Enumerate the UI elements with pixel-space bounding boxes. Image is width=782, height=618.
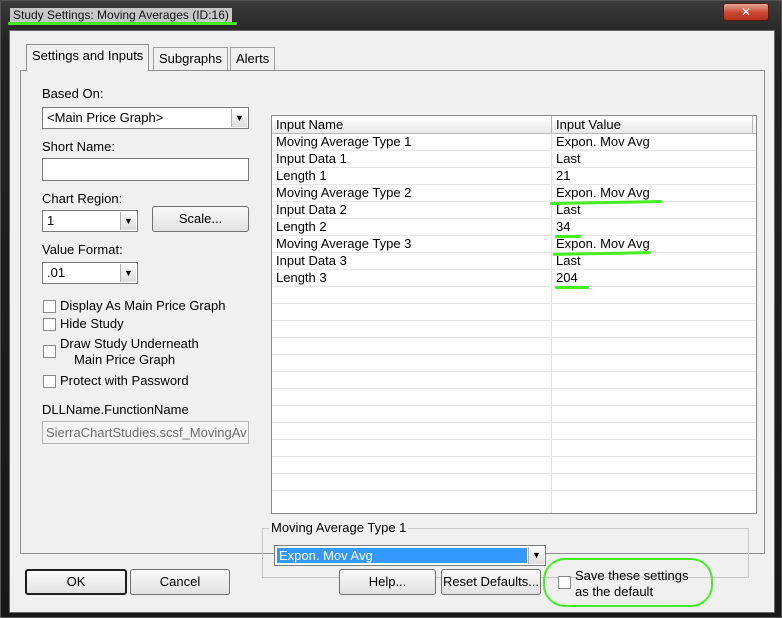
- empty-row: [272, 457, 756, 474]
- moving-average-type-select[interactable]: Expon. Mov Avg ▼: [274, 545, 546, 566]
- selected-option: Expon. Mov Avg: [277, 548, 527, 563]
- chevron-down-icon[interactable]: ▼: [231, 109, 247, 127]
- protect-password-checkbox[interactable]: [43, 375, 56, 388]
- save-default-label: Save these settings: [575, 568, 689, 583]
- empty-row: [272, 338, 756, 355]
- hide-study-label: Hide Study: [60, 316, 124, 331]
- ok-button[interactable]: OK: [25, 569, 127, 595]
- input-name-cell: Length 1: [276, 168, 327, 183]
- settings-panel: Based On: <Main Price Graph> ▼ Short Nam…: [20, 70, 765, 578]
- column-header-input-name[interactable]: Input Name: [272, 116, 552, 134]
- tab-label: Alerts: [236, 51, 270, 66]
- input-name-cell: Length 3: [276, 270, 327, 285]
- dll-name-label: DLLName.FunctionName: [42, 402, 189, 417]
- table-row[interactable]: Input Data 1 Last: [272, 151, 756, 168]
- tab-settings-and-inputs[interactable]: Settings and Inputs: [26, 44, 150, 71]
- table-row[interactable]: Input Data 2 Last: [272, 202, 756, 219]
- based-on-label: Based On:: [42, 86, 104, 101]
- short-name-label: Short Name:: [42, 139, 115, 154]
- input-value-cell[interactable]: Expon. Mov Avg: [552, 185, 650, 202]
- tab-subgraphs[interactable]: Subgraphs: [153, 47, 228, 70]
- draw-underneath-label-line2: Main Price Graph: [74, 352, 176, 367]
- empty-row: [272, 372, 756, 389]
- value-highlight-mark: [555, 286, 589, 289]
- table-row[interactable]: Length 3 204: [272, 270, 756, 287]
- table-row[interactable]: Moving Average Type 2 Expon. Mov Avg: [272, 185, 756, 202]
- value-format-value: .01: [47, 265, 66, 280]
- tab-alerts[interactable]: Alerts: [230, 47, 276, 70]
- empty-row: [272, 423, 756, 440]
- input-value-cell[interactable]: 204: [552, 270, 578, 287]
- input-name-cell: Moving Average Type 3: [276, 236, 412, 251]
- editor-group-title: Moving Average Type 1: [269, 520, 409, 535]
- input-name-cell: Length 2: [276, 219, 327, 234]
- display-as-main-checkbox[interactable]: [43, 300, 56, 313]
- hide-study-checkbox[interactable]: [43, 318, 56, 331]
- table-row[interactable]: Length 1 21: [272, 168, 756, 185]
- chevron-down-icon[interactable]: ▼: [528, 547, 544, 564]
- table-row[interactable]: Moving Average Type 3 Expon. Mov Avg: [272, 236, 756, 253]
- empty-row: [272, 355, 756, 372]
- table-row[interactable]: Input Data 3 Last: [272, 253, 756, 270]
- empty-row: [272, 321, 756, 338]
- input-name-cell: Input Data 3: [276, 253, 347, 268]
- based-on-select[interactable]: <Main Price Graph> ▼: [42, 107, 249, 129]
- window-title: Study Settings: Moving Averages (ID:16): [10, 8, 232, 22]
- reset-defaults-button[interactable]: Reset Defaults...: [441, 569, 541, 595]
- input-value-cell[interactable]: 21: [552, 168, 570, 185]
- chevron-down-icon[interactable]: ▼: [120, 212, 136, 230]
- tab-label: Settings and Inputs: [32, 48, 144, 63]
- value-format-label: Value Format:: [42, 242, 123, 257]
- empty-row: [272, 304, 756, 321]
- chart-region-value: 1: [47, 213, 55, 228]
- column-header-input-value[interactable]: Input Value: [552, 116, 753, 134]
- chart-region-label: Chart Region:: [42, 191, 123, 206]
- help-button[interactable]: Help...: [339, 569, 436, 595]
- value-format-select[interactable]: .01 ▼: [42, 262, 138, 284]
- scale-button[interactable]: Scale...: [152, 206, 249, 232]
- draw-underneath-checkbox[interactable]: [43, 345, 56, 358]
- title-highlight-mark: [8, 22, 237, 25]
- empty-row: [272, 287, 756, 304]
- close-button[interactable]: ✕: [723, 3, 769, 21]
- table-row[interactable]: Moving Average Type 1 Expon. Mov Avg: [272, 134, 756, 151]
- draw-underneath-label: Draw Study Underneath: [60, 336, 199, 351]
- empty-row: [272, 474, 756, 491]
- input-name-cell: Input Data 1: [276, 151, 347, 166]
- title-bar[interactable]: Study Settings: Moving Averages (ID:16) …: [1, 1, 782, 27]
- input-value-cell[interactable]: Expon. Mov Avg: [552, 134, 650, 151]
- input-name-cell: Moving Average Type 2: [276, 185, 412, 200]
- input-value-cell[interactable]: Last: [552, 151, 581, 168]
- based-on-value: <Main Price Graph>: [47, 110, 164, 125]
- input-value-cell[interactable]: 34: [552, 219, 570, 236]
- table-row[interactable]: Length 2 34: [272, 219, 756, 236]
- chart-region-select[interactable]: 1 ▼: [42, 210, 138, 232]
- protect-password-label: Protect with Password: [60, 373, 189, 388]
- value-highlight-mark: [555, 235, 581, 238]
- dialog-window: Study Settings: Moving Averages (ID:16) …: [0, 0, 782, 618]
- empty-row: [272, 406, 756, 423]
- dialog-client: Settings and Inputs Subgraphs Alerts Bas…: [9, 30, 775, 613]
- empty-row: [272, 440, 756, 457]
- chevron-down-icon[interactable]: ▼: [120, 264, 136, 282]
- save-default-checkbox[interactable]: [558, 576, 571, 589]
- input-name-cell: Input Data 2: [276, 202, 347, 217]
- short-name-input[interactable]: [42, 158, 249, 181]
- input-name-cell: Moving Average Type 1: [276, 134, 412, 149]
- display-as-main-label: Display As Main Price Graph: [60, 298, 226, 313]
- save-default-label-line2: as the default: [575, 584, 654, 599]
- empty-row: [272, 389, 756, 406]
- cancel-button[interactable]: Cancel: [130, 569, 230, 595]
- inputs-grid: Input Name Input Value Moving Average Ty…: [271, 115, 757, 514]
- grid-header: Input Name Input Value: [272, 116, 756, 134]
- dll-name-field: SierraChartStudies.scsf_MovingAv: [42, 421, 249, 444]
- tab-label: Subgraphs: [159, 51, 222, 66]
